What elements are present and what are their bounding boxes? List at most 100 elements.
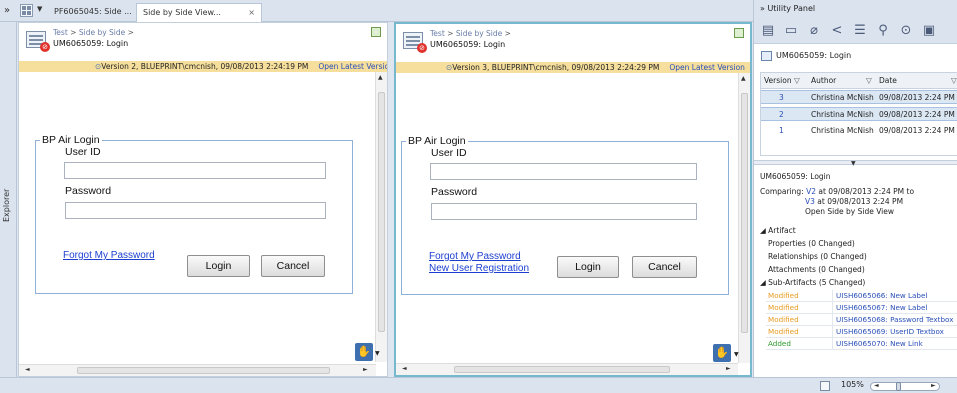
zoom-slider-knob[interactable] <box>896 382 902 391</box>
filter-icon[interactable]: ▽ <box>951 73 957 89</box>
discussion-icon[interactable]: ▭ <box>783 23 799 39</box>
scroll-up-icon[interactable]: ▲ <box>378 74 383 81</box>
table-row[interactable]: Added UISH6065070: New Link <box>766 338 957 350</box>
version-from-link[interactable]: V2 <box>806 187 816 196</box>
status-cell: Modified <box>768 303 799 312</box>
open-latest-version-link[interactable]: Open Latest Version <box>318 62 387 71</box>
new-user-registration-link[interactable]: New User Registration <box>429 263 529 274</box>
breadcrumb-root[interactable]: Test <box>430 29 445 38</box>
column-date[interactable]: Date <box>879 73 897 89</box>
pan-hand-icon[interactable]: ✋ <box>355 343 373 361</box>
table-row[interactable]: Modified UISH6065066: New Label <box>766 290 957 302</box>
breadcrumb-root[interactable]: Test <box>53 28 68 37</box>
table-row[interactable]: 1 Christina McNish 09/08/2013 2:24 PM <box>761 124 957 138</box>
external-link-icon[interactable] <box>734 28 744 38</box>
horizontal-scrollbar[interactable]: ◄ ► <box>19 364 376 376</box>
scroll-thumb[interactable] <box>454 366 670 373</box>
zoom-out-icon[interactable]: ◄ <box>874 382 879 389</box>
grid-icon[interactable] <box>20 4 33 17</box>
properties-icon[interactable]: ▤ <box>760 23 776 39</box>
search-icon[interactable]: ⚲ <box>875 23 891 39</box>
sub-artifact-link[interactable]: UISH6065069: UserID Textbox <box>836 326 944 338</box>
scroll-thumb[interactable] <box>378 92 385 332</box>
table-row[interactable]: 2 Christina McNish 09/08/2013 2:24 PM <box>761 107 957 121</box>
password-input[interactable] <box>431 203 697 220</box>
user-id-input[interactable] <box>64 162 326 179</box>
sub-artifact-link[interactable]: UISH6065070: New Link <box>836 338 923 350</box>
table-row[interactable]: Modified UISH6065069: UserID Textbox <box>766 326 957 338</box>
filter-icon[interactable]: ▽ <box>794 73 800 89</box>
user-id-input[interactable] <box>430 163 697 180</box>
zoom-slider[interactable]: ◄ ► <box>870 382 940 391</box>
status-bar: 105% ◄ ► <box>0 377 957 393</box>
forgot-password-link[interactable]: Forgot My Password <box>429 251 521 262</box>
attachment-icon[interactable]: ⌀ <box>806 23 822 39</box>
collapse-chevron-icon[interactable]: » <box>760 4 765 13</box>
share-icon[interactable]: < <box>829 23 845 39</box>
vertical-scrollbar[interactable]: ▲ <box>375 72 387 362</box>
cancel-button[interactable]: Cancel <box>261 255 325 277</box>
splitter-arrow-icon[interactable]: ▼ <box>851 160 856 167</box>
relationships-changed: Relationships (0 Changed) <box>768 252 867 261</box>
pan-hand-icon[interactable]: ✋ <box>713 344 731 362</box>
app-root: » ▼ PF6065045: Side ... Side by Side Vie… <box>0 0 957 393</box>
scroll-left-icon[interactable]: ◄ <box>402 365 407 372</box>
pane-title: UM6065059: Login <box>53 39 129 48</box>
author-cell: Christina McNish <box>811 110 874 119</box>
sub-artifact-link[interactable]: UISH6065067: New Label <box>836 302 927 314</box>
use-case-icon: ⊘ <box>403 32 427 53</box>
external-link-icon[interactable] <box>371 27 381 37</box>
pane-title: UM6065059: Login <box>430 40 506 49</box>
scroll-up-icon[interactable]: ▲ <box>741 75 746 82</box>
utility-panel-header[interactable]: » Utility Panel <box>754 0 957 18</box>
scroll-thumb[interactable] <box>77 367 330 374</box>
cancel-button[interactable]: Cancel <box>632 256 697 278</box>
open-latest-version-link[interactable]: Open Latest Version <box>669 63 745 72</box>
table-row[interactable]: Modified UISH6065067: New Label <box>766 302 957 314</box>
relationships-icon[interactable]: ☰ <box>852 23 868 39</box>
scroll-left-icon[interactable]: ◄ <box>25 366 30 373</box>
utility-artifact-title: UM6065059: Login <box>754 45 957 67</box>
tab-side-by-side-view[interactable]: Side by Side View... × <box>136 3 262 22</box>
fit-to-screen-icon[interactable] <box>820 381 830 391</box>
table-row[interactable]: 3 Christina McNish 09/08/2013 2:24 PM <box>761 90 957 104</box>
review-icon[interactable]: ▣ <box>921 23 937 39</box>
login-button[interactable]: Login <box>557 256 619 278</box>
panel-splitter[interactable]: ▼ <box>754 160 957 167</box>
version-bar: ⊙Version 2, BLUEPRINT\cmcnish, 09/08/201… <box>19 61 387 72</box>
date-cell: 09/08/2013 2:24 PM <box>879 93 955 102</box>
version-to-link[interactable]: V3 <box>805 197 815 206</box>
scroll-thumb[interactable] <box>741 93 748 333</box>
password-label: Password <box>65 185 112 197</box>
vertical-scrollbar[interactable]: ▲ <box>738 73 750 363</box>
artifact-section-toggle[interactable]: ◢ Artifact <box>760 226 796 235</box>
scroll-right-icon[interactable]: ► <box>363 366 368 373</box>
expand-triangle-icon: ◢ <box>760 278 766 287</box>
collapse-chevron-icon[interactable]: » <box>4 5 10 16</box>
version-cell: 1 <box>779 126 784 135</box>
table-row[interactable]: Modified UISH6065068: Password Textbox <box>766 314 957 326</box>
scroll-right-icon[interactable]: ► <box>726 365 731 372</box>
filter-icon[interactable]: ▽ <box>866 73 872 89</box>
scroll-down-icon[interactable]: ▼ <box>375 350 380 357</box>
breadcrumb-link[interactable]: Side by Side <box>456 29 502 38</box>
open-side-by-side-link[interactable]: Open Side by Side View <box>805 207 894 216</box>
scroll-down-icon[interactable]: ▼ <box>734 351 739 358</box>
login-button[interactable]: Login <box>187 255 250 277</box>
zoom-in-icon[interactable]: ► <box>931 382 936 389</box>
forgot-password-link[interactable]: Forgot My Password <box>63 250 155 261</box>
column-author[interactable]: Author <box>811 73 836 89</box>
dropdown-arrow-icon[interactable]: ▼ <box>37 5 42 13</box>
sub-artifact-link[interactable]: UISH6065066: New Label <box>836 290 927 302</box>
sub-artifact-link[interactable]: UISH6065068: Password Textbox <box>836 314 953 326</box>
horizontal-scrollbar[interactable]: ◄ ► <box>396 363 738 375</box>
sub-artifacts-section-toggle[interactable]: ◢ Sub-Artifacts (5 Changed) <box>760 278 865 287</box>
close-icon[interactable]: × <box>248 4 255 22</box>
breadcrumb-separator: > <box>70 28 77 37</box>
tab-side-by-side-artifact[interactable]: PF6065045: Side ... <box>48 3 134 22</box>
explorer-sidebar[interactable]: Explorer <box>0 22 17 377</box>
column-version[interactable]: Version <box>764 73 792 89</box>
password-input[interactable] <box>65 202 326 219</box>
breadcrumb-link[interactable]: Side by Side <box>79 28 125 37</box>
history-icon[interactable]: ⊙ <box>898 23 914 39</box>
